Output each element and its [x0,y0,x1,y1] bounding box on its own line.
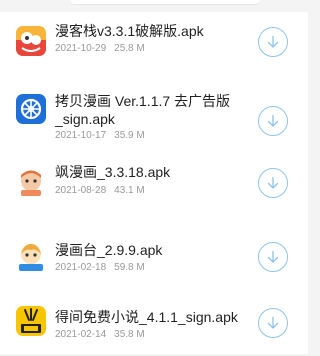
sa-manhua-app-icon [16,168,46,198]
file-name: 拷贝漫画 Ver.1.1.7 去广告版 _sign.apk [55,93,231,127]
file-size: 59.8 M [114,262,145,273]
file-date: 2021-02-18 [55,262,107,273]
file-meta: 2021-10-17 35.9 M [55,130,145,142]
file-name: 飒漫画_3.3.18.apk [55,164,171,180]
file-meta: 2021-02-18 59.8 M [55,262,145,274]
file-list: 漫客栈v3.3.1破解版.apk 2021-10-29 25.8 M 拷贝漫画 V… [0,12,308,354]
file-date: 2021-08-28 [55,185,107,196]
download-arrow-icon [267,250,279,263]
download-button[interactable] [258,27,288,57]
file-name: 漫画台_2.9.9.apk [55,242,163,258]
file-date: 2021-02-14 [55,329,107,340]
file-meta: 2021-02-14 35.8 M [55,329,145,341]
file-row-manhuatai[interactable]: 漫画台_2.9.9.apk 2021-02-18 59.8 M [0,220,308,288]
file-meta: 2021-08-28 43.1 M [55,185,145,197]
file-row-dejian[interactable]: 得间免费小说_4.1.1_sign.apk 2021-02-14 35.8 M [0,288,308,356]
download-arrow-icon [267,114,279,127]
download-button[interactable] [258,106,288,136]
file-row-kaobei[interactable]: 拷贝漫画 Ver.1.1.7 去广告版 _sign.apk 2021-10-17… [0,80,308,152]
manhuatai-app-icon [16,242,46,272]
kaobei-app-icon [16,94,46,124]
file-row-manke[interactable]: 漫客栈v3.3.1破解版.apk 2021-10-29 25.8 M [0,12,308,80]
file-size: 35.9 M [114,130,145,141]
manke-app-icon [16,26,46,56]
download-button[interactable] [258,308,288,338]
file-size: 25.8 M [114,43,145,54]
download-arrow-icon [267,316,279,329]
file-meta: 2021-10-29 25.8 M [55,43,145,55]
file-size: 35.8 M [114,329,145,340]
dejian-app-icon [16,306,46,336]
file-row-sa[interactable]: 飒漫画_3.3.18.apk 2021-08-28 43.1 M [0,152,308,220]
file-date: 2021-10-29 [55,43,107,54]
file-name: 漫客栈v3.3.1破解版.apk [55,23,204,39]
top-edge [0,0,308,12]
file-name: 得间免费小说_4.1.1_sign.apk [55,309,238,325]
file-size: 43.1 M [114,185,145,196]
download-button[interactable] [258,242,288,272]
download-arrow-icon [267,35,279,48]
file-date: 2021-10-17 [55,130,107,141]
download-arrow-icon [267,176,279,189]
download-button[interactable] [258,168,288,198]
